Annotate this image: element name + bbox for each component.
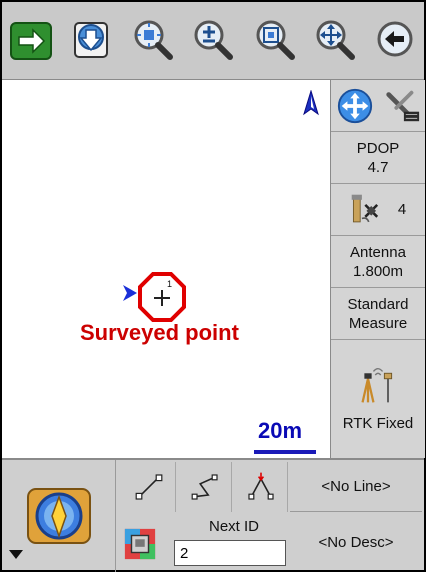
satellite-count: 4 (397, 201, 407, 218)
surveyed-point-label: Surveyed point (80, 320, 239, 345)
center-map-icon (337, 88, 372, 123)
satellite-display[interactable]: 4 (331, 184, 425, 236)
back-button[interactable] (372, 14, 418, 68)
surveyed-point-marker[interactable]: 1 (134, 270, 190, 326)
scale-bar (254, 450, 316, 454)
survey-logo-icon (26, 488, 91, 544)
polyline-icon (191, 474, 218, 500)
measure-mode-line1: Standard (347, 295, 409, 313)
zoom-extents-icon (134, 20, 173, 60)
line-select-button[interactable]: <No Line> (290, 462, 422, 512)
layers-button[interactable] (120, 522, 160, 566)
pdop-value: 4.7 (367, 158, 389, 176)
satellite-icon (351, 194, 378, 222)
antenna-label: Antenna (350, 243, 406, 261)
download-button[interactable] (68, 14, 114, 68)
bottom-bar: <No Line> Next ID <No Desc> (2, 458, 424, 572)
scale-label: 20m (258, 418, 303, 443)
stakeout-button[interactable] (234, 462, 288, 512)
north-arrow-icon (303, 90, 319, 116)
zoom-in-out-button[interactable] (190, 14, 236, 68)
zoom-window-icon (256, 20, 295, 60)
instrument-settings-button[interactable] (378, 80, 425, 132)
expand-down-icon[interactable] (8, 548, 24, 560)
exit-arrow-icon (10, 22, 52, 60)
measure-line-button[interactable] (122, 462, 176, 512)
layers-icon (124, 528, 156, 560)
status-panel: PDOP 4.7 4 Antenna 1.800m Standard Measu… (330, 80, 425, 458)
top-toolbar (2, 2, 424, 80)
map-view[interactable]: 1 Surveyed point 20m (2, 80, 330, 458)
measure-mode-line2: Measure (348, 314, 408, 332)
center-map-button[interactable] (331, 80, 378, 132)
exit-button[interactable] (8, 14, 54, 68)
stakeout-icon (247, 472, 274, 500)
pan-button[interactable] (312, 14, 358, 68)
map-controls-row (331, 80, 425, 132)
next-id-input[interactable] (174, 540, 286, 566)
instrument-tools-icon (385, 90, 419, 121)
pdop-label: PDOP (356, 139, 400, 157)
svg-text:1: 1 (167, 279, 172, 289)
next-id-label: Next ID (208, 518, 259, 535)
rtk-status-display[interactable]: RTK Fixed (331, 340, 425, 458)
antenna-height-display[interactable]: Antenna 1.800m (331, 236, 425, 288)
zoom-window-button[interactable] (252, 14, 298, 68)
download-icon (74, 22, 108, 58)
description-select-button[interactable]: <No Desc> (290, 514, 422, 570)
zoom-in-out-icon (194, 20, 233, 60)
rtk-status-text: RTK Fixed (342, 414, 414, 432)
zoom-extents-button[interactable] (130, 14, 176, 68)
line-segment-icon (135, 474, 162, 500)
pan-icon (316, 20, 355, 60)
measure-polyline-button[interactable] (178, 462, 232, 512)
back-icon (377, 21, 413, 57)
pdop-display[interactable]: PDOP 4.7 (331, 132, 425, 184)
rtk-receiver-icon (361, 367, 393, 403)
antenna-value: 1.800m (352, 262, 404, 280)
measure-mode-button[interactable]: Standard Measure (331, 288, 425, 340)
